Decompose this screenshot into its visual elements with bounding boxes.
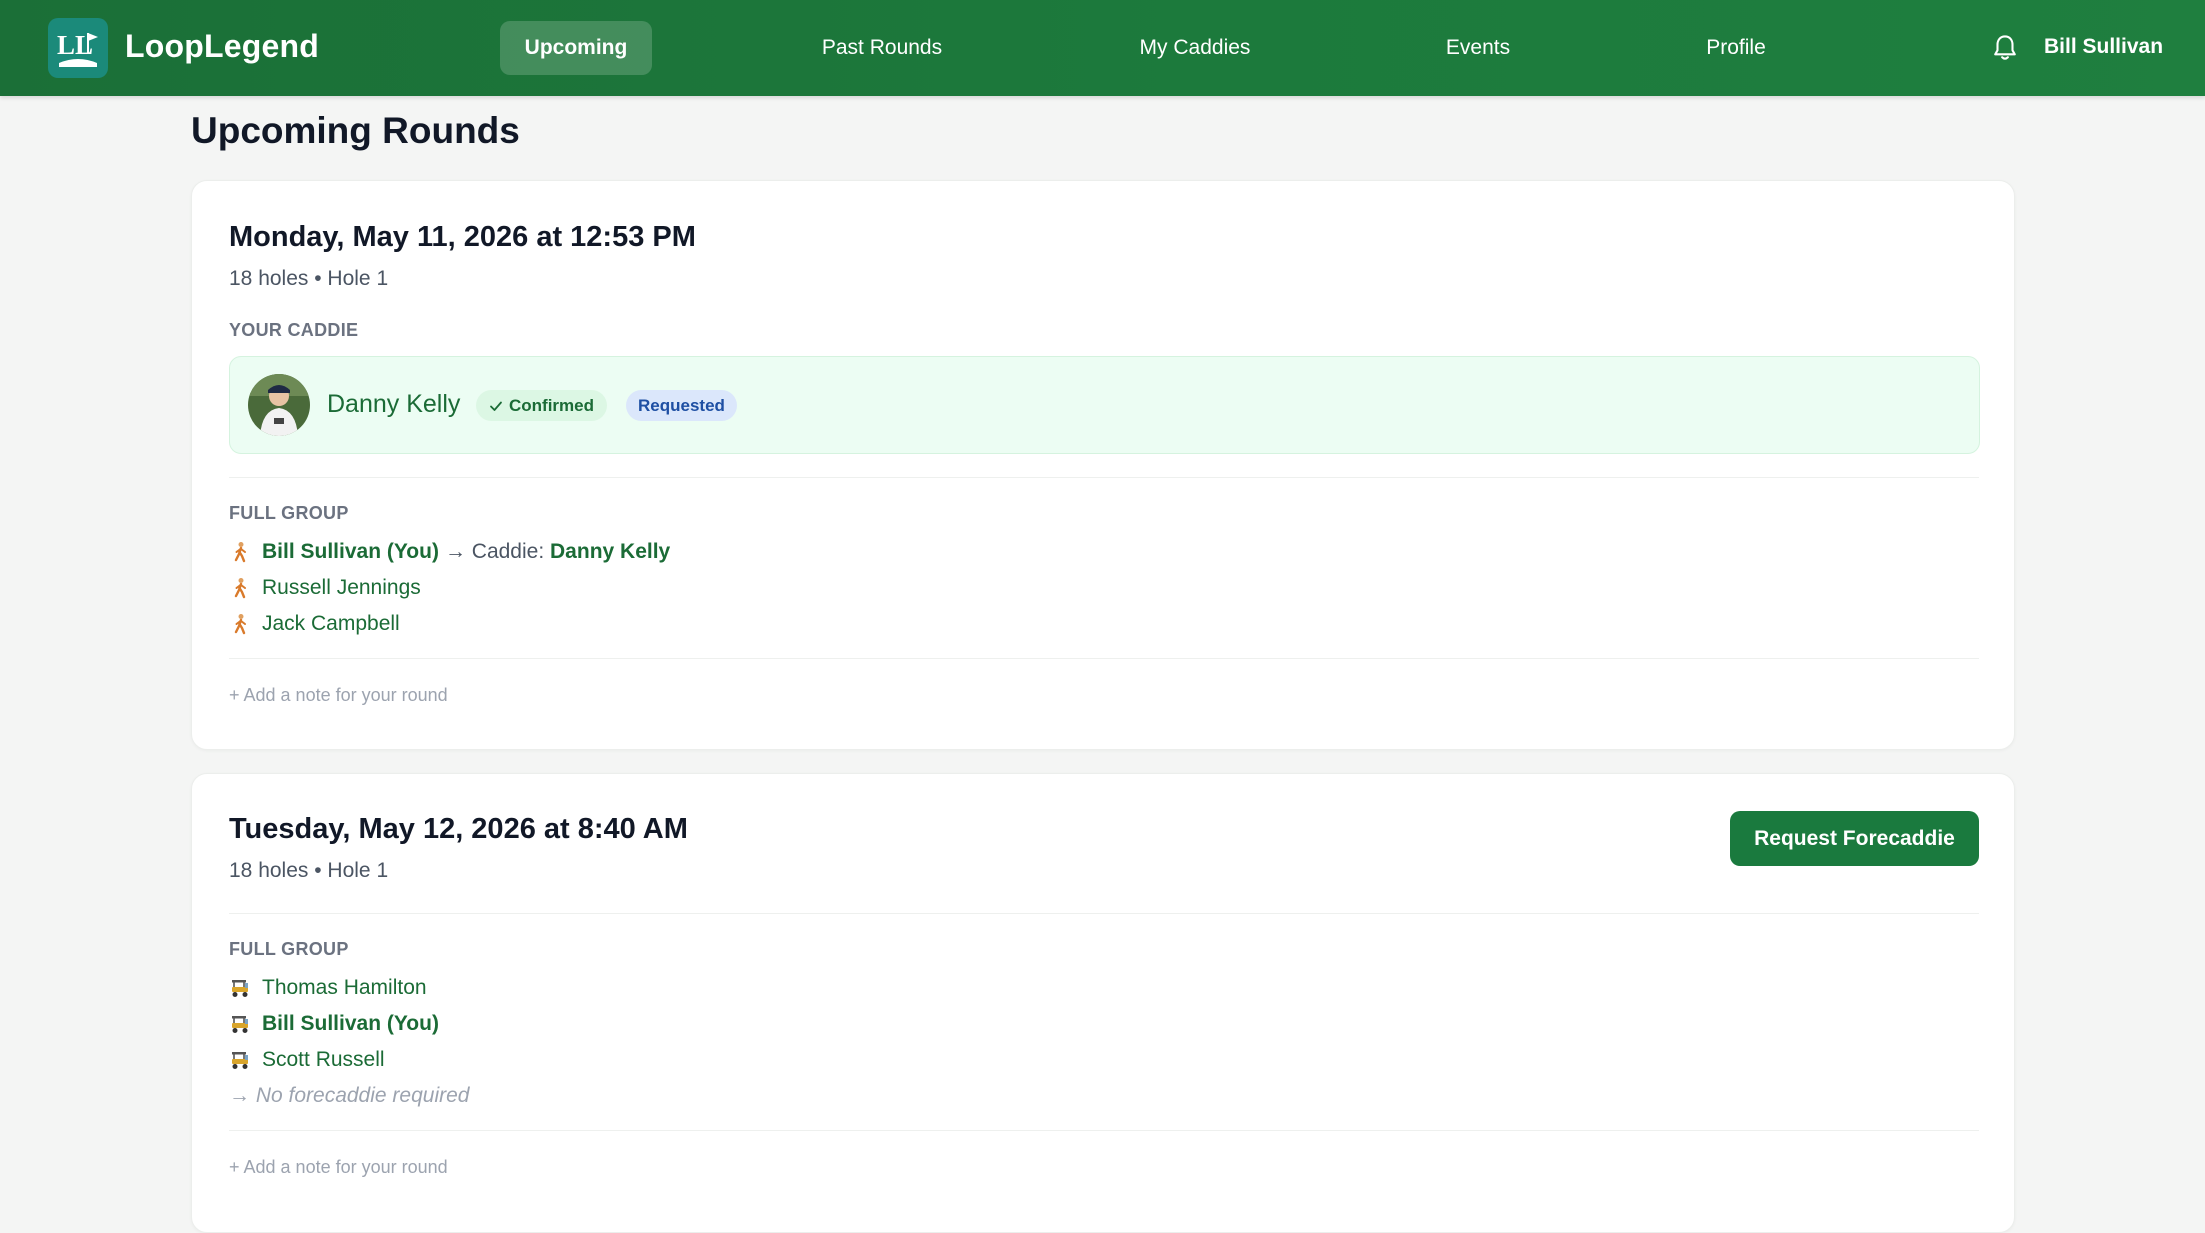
group-member-row: Bill Sullivan (You) → Caddie: Danny Kell… xyxy=(229,537,670,567)
member-name[interactable]: Jack Campbell xyxy=(262,612,400,636)
your-caddie-label: YOUR CADDIE xyxy=(229,320,359,340)
add-note-link[interactable]: + Add a note for your round xyxy=(229,1157,448,1178)
full-group-label: FULL GROUP xyxy=(229,939,349,959)
logo-mark-icon: LL xyxy=(57,30,98,67)
walking-icon xyxy=(234,542,246,563)
round-meta: 18 holes • Hole 1 xyxy=(229,859,389,882)
divider xyxy=(229,1130,1979,1131)
add-note-link[interactable]: + Add a note for your round xyxy=(229,685,448,706)
no-forecaddie-note: → No forecaddie required xyxy=(229,1084,470,1107)
round-card: Monday, May 11, 2026 at 12:53 PM 18 hole… xyxy=(191,180,2015,750)
nav-profile[interactable]: Profile xyxy=(1690,21,1782,75)
looplegend-logo[interactable]: LL xyxy=(48,18,108,78)
caddie-card[interactable]: Danny Kelly Confirmed Requested xyxy=(229,356,1980,454)
page-title: Upcoming Rounds xyxy=(191,110,520,151)
round-datetime: Tuesday, May 12, 2026 at 8:40 AM xyxy=(229,813,688,845)
divider xyxy=(229,913,1979,914)
caddie-name[interactable]: Danny Kelly xyxy=(327,390,460,419)
caddie-avatar xyxy=(248,374,310,436)
golf-cart-icon xyxy=(232,1016,248,1033)
bell-icon[interactable] xyxy=(1991,33,2019,63)
divider xyxy=(229,658,1979,659)
member-name[interactable]: Scott Russell xyxy=(262,1048,385,1072)
group-member-row: Jack Campbell xyxy=(229,609,400,639)
nav-my-caddies[interactable]: My Caddies xyxy=(1120,21,1270,75)
golf-cart-icon xyxy=(232,1052,248,1069)
nav-events[interactable]: Events xyxy=(1420,21,1536,75)
confirmed-badge-label: Confirmed xyxy=(509,395,594,415)
brand-name[interactable]: LoopLegend xyxy=(125,28,319,65)
group-member-row: Thomas Hamilton xyxy=(229,973,427,1003)
member-name[interactable]: Bill Sullivan (You) xyxy=(262,1012,439,1036)
top-nav-bar: LL LoopLegend Upcoming Past Rounds My Ca… xyxy=(0,0,2205,96)
walking-icon xyxy=(234,578,246,599)
full-group-label: FULL GROUP xyxy=(229,503,349,523)
member-name[interactable]: Thomas Hamilton xyxy=(262,976,427,1000)
round-datetime: Monday, May 11, 2026 at 12:53 PM xyxy=(229,221,696,253)
nav-past-rounds[interactable]: Past Rounds xyxy=(800,21,964,75)
divider xyxy=(229,477,1979,478)
nav-upcoming[interactable]: Upcoming xyxy=(500,21,652,75)
user-menu-name[interactable]: Bill Sullivan xyxy=(2044,35,2163,59)
walking-icon xyxy=(234,614,246,635)
member-caddie-name[interactable]: Danny Kelly xyxy=(550,540,670,564)
golf-cart-icon xyxy=(232,980,248,997)
caddie-arrow-label: → Caddie: xyxy=(444,540,551,563)
group-member-row: Russell Jennings xyxy=(229,573,421,603)
group-member-row: Bill Sullivan (You) xyxy=(229,1009,439,1039)
member-name[interactable]: Russell Jennings xyxy=(262,576,421,600)
round-card: Tuesday, May 12, 2026 at 8:40 AM 18 hole… xyxy=(191,773,2015,1233)
round-meta: 18 holes • Hole 1 xyxy=(229,267,389,290)
member-name[interactable]: Bill Sullivan (You) xyxy=(262,540,439,564)
request-forecaddie-button[interactable]: Request Forecaddie xyxy=(1730,811,1979,866)
check-icon xyxy=(490,401,502,411)
requested-badge: Requested xyxy=(626,390,737,421)
confirmed-badge: Confirmed xyxy=(476,390,607,421)
group-member-row: Scott Russell xyxy=(229,1045,385,1075)
